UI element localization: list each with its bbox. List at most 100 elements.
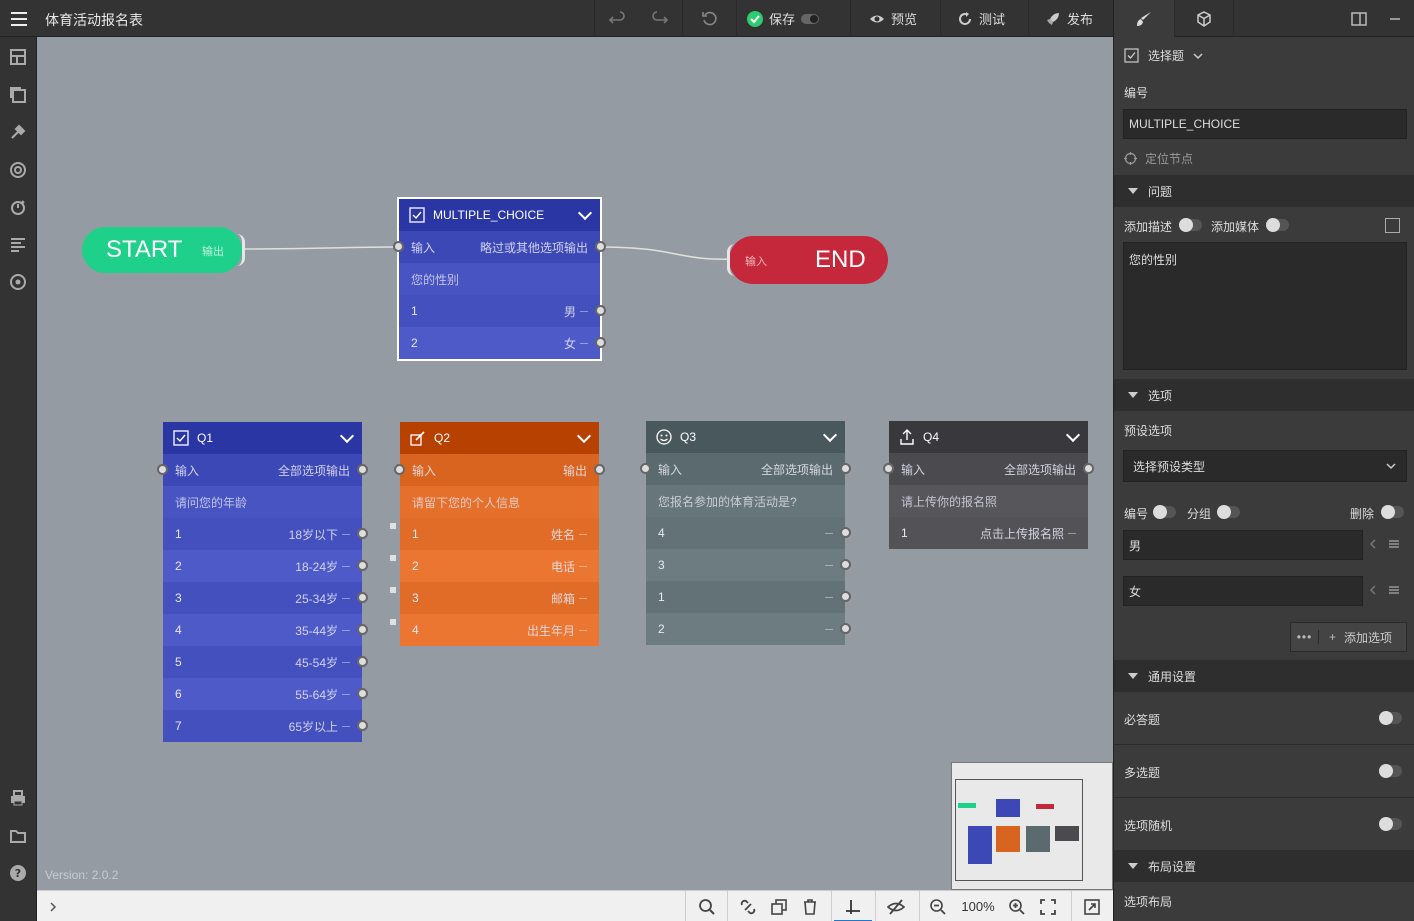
- node-option[interactable]: 3 25-34岁: [163, 582, 368, 614]
- node-option[interactable]: 3: [646, 549, 851, 581]
- output-port[interactable]: [840, 463, 851, 474]
- minimap[interactable]: [951, 762, 1113, 890]
- printer-icon[interactable]: [9, 789, 27, 807]
- node-option[interactable]: 4 出生年月: [400, 614, 599, 646]
- option-output-port[interactable]: [357, 624, 368, 635]
- publish-button[interactable]: 发布: [1029, 0, 1103, 37]
- section-general[interactable]: 通用设置: [1114, 660, 1414, 692]
- node-header[interactable]: Q2: [400, 422, 599, 454]
- tab-style[interactable]: [1114, 0, 1174, 37]
- save-button[interactable]: 保存: [737, 0, 829, 37]
- option-input[interactable]: 女: [1123, 576, 1363, 606]
- drag-handle-icon[interactable]: [1388, 584, 1400, 596]
- palette-icon[interactable]: [9, 273, 27, 291]
- search-icon[interactable]: [693, 891, 721, 921]
- locate-node-button[interactable]: 定位节点: [1124, 150, 1193, 167]
- test-button[interactable]: 测试: [941, 0, 1015, 37]
- question-textarea[interactable]: 您的性别: [1123, 242, 1407, 370]
- node-header[interactable]: Q4: [889, 421, 1088, 453]
- node-option[interactable]: 2 18-24岁: [163, 550, 368, 582]
- question-type-select[interactable]: 选择题: [1124, 47, 1203, 64]
- option-input[interactable]: 男: [1123, 530, 1363, 560]
- option-output-port[interactable]: [595, 305, 606, 316]
- layout-icon[interactable]: [9, 48, 27, 66]
- end-node[interactable]: 输入 END: [727, 236, 888, 284]
- section-layout[interactable]: 布局设置: [1114, 850, 1414, 882]
- option-output-port[interactable]: [840, 527, 851, 538]
- question-node-q1[interactable]: Q1 输入 全部选项输出 请问您的年龄 1 18岁以下 2 18-24岁 3 2…: [157, 422, 368, 742]
- node-header[interactable]: MULTIPLE_CHOICE: [399, 199, 600, 231]
- redo-icon[interactable]: [651, 10, 669, 28]
- option-output-port[interactable]: [357, 560, 368, 571]
- option-output-port[interactable]: [357, 592, 368, 603]
- text-align-icon[interactable]: [9, 235, 27, 253]
- preset-select[interactable]: 选择预设类型: [1123, 450, 1407, 482]
- node-option[interactable]: 3 邮箱: [400, 582, 599, 614]
- chevron-left-icon[interactable]: [1369, 584, 1377, 596]
- trash-icon[interactable]: [797, 891, 823, 921]
- multi-select-toggle[interactable]: [1379, 764, 1402, 778]
- chevron-down-icon[interactable]: [822, 427, 838, 443]
- node-question[interactable]: 请上传你的报名照: [889, 485, 1088, 517]
- output-port[interactable]: [594, 464, 605, 475]
- minimize-icon[interactable]: [1387, 11, 1403, 27]
- zoom-out-icon[interactable]: [926, 891, 950, 921]
- node-question[interactable]: 请留下您的个人信息: [400, 486, 599, 518]
- output-port[interactable]: [595, 241, 606, 252]
- copy-icon[interactable]: [766, 891, 792, 921]
- chevron-down-icon[interactable]: [339, 428, 355, 444]
- node-option[interactable]: 7 65岁以上: [163, 710, 368, 742]
- node-question[interactable]: 您报名参加的体育活动是?: [646, 485, 845, 517]
- fit-view-icon[interactable]: [1078, 891, 1106, 921]
- fullscreen-icon[interactable]: [1035, 891, 1061, 921]
- section-options[interactable]: 选项: [1114, 379, 1414, 411]
- output-port[interactable]: [1083, 463, 1094, 474]
- node-header[interactable]: Q1: [163, 422, 362, 454]
- more-icon[interactable]: •••: [1291, 630, 1319, 644]
- expand-checkbox[interactable]: [1385, 218, 1400, 233]
- chevron-down-icon[interactable]: [576, 428, 592, 444]
- chevron-down-icon[interactable]: [1065, 427, 1081, 443]
- align-tool-icon[interactable]: [834, 891, 872, 921]
- output-port[interactable]: [357, 464, 368, 475]
- node-option[interactable]: 2: [646, 613, 851, 645]
- option-output-port[interactable]: [840, 623, 851, 634]
- history-icon[interactable]: [701, 10, 719, 28]
- tab-logic[interactable]: [1174, 0, 1234, 37]
- node-option[interactable]: 4: [646, 517, 851, 549]
- option-output-port[interactable]: [357, 720, 368, 731]
- node-option[interactable]: 1 姓名: [400, 518, 599, 550]
- option-output-port[interactable]: [357, 528, 368, 539]
- question-node-multiple_choice[interactable]: MULTIPLE_CHOICE 输入 略过或其他选项输出 您的性别 1 男 2 …: [393, 197, 606, 361]
- input-port[interactable]: [394, 464, 405, 475]
- start-node[interactable]: START 输出: [82, 227, 245, 273]
- option-output-port[interactable]: [840, 591, 851, 602]
- input-port[interactable]: [640, 463, 651, 474]
- node-question[interactable]: 请问您的年龄: [163, 486, 362, 518]
- expand-chevron-icon[interactable]: [43, 891, 63, 921]
- chevron-down-icon[interactable]: [577, 205, 593, 221]
- at-sign-icon[interactable]: [9, 161, 27, 179]
- help-icon[interactable]: ?: [9, 864, 27, 882]
- end-input-port[interactable]: [727, 244, 735, 276]
- node-question[interactable]: 您的性别: [399, 263, 600, 295]
- split-view-icon[interactable]: [1351, 11, 1367, 27]
- input-port[interactable]: [883, 463, 894, 474]
- node-option[interactable]: 2 电话: [400, 550, 599, 582]
- option-output-port[interactable]: [595, 337, 606, 348]
- add-option-button[interactable]: ••• + 添加选项: [1290, 622, 1407, 652]
- question-node-q2[interactable]: Q2 输入 输出 请留下您的个人信息 1 姓名 2 电话 3 邮箱 4 出生年月: [394, 422, 605, 646]
- preview-button[interactable]: 预览: [851, 0, 927, 37]
- timer-icon[interactable]: [9, 198, 27, 216]
- node-option[interactable]: 1 男: [399, 295, 606, 327]
- delete-toggle[interactable]: [1381, 505, 1404, 519]
- add-description-toggle[interactable]: [1179, 218, 1202, 232]
- eyedropper-icon[interactable]: [9, 123, 27, 141]
- number-toggle[interactable]: [1153, 505, 1176, 519]
- question-node-q4[interactable]: Q4 输入 全部选项输出 请上传你的报名照 1 点击上传报名照: [883, 421, 1094, 549]
- input-port[interactable]: [393, 241, 404, 252]
- unlink-icon[interactable]: [735, 891, 761, 921]
- required-toggle[interactable]: [1379, 711, 1402, 725]
- zoom-in-icon[interactable]: [1005, 891, 1029, 921]
- option-output-port[interactable]: [840, 559, 851, 570]
